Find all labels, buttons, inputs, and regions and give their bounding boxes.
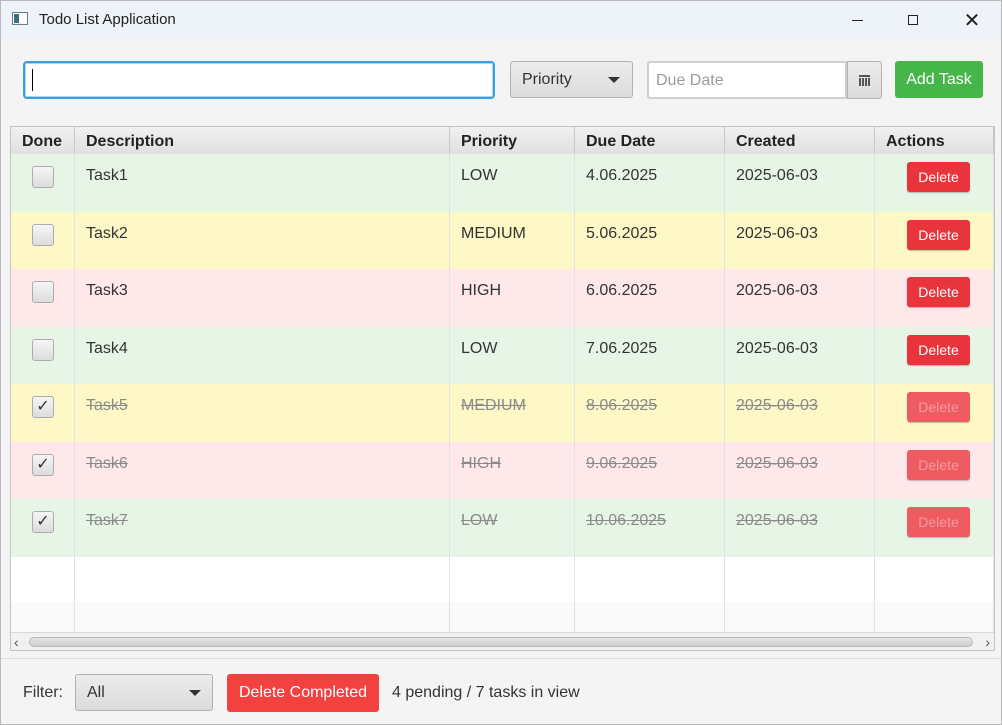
table-row[interactable]: Task1 LOW 4.06.2025 2025-06-03 Delete [11, 154, 994, 212]
scroll-right-icon[interactable]: › [985, 635, 990, 649]
task-created-date: 2025-06-03 [725, 384, 875, 442]
delete-task-button[interactable]: Delete [907, 162, 970, 192]
done-checkbox[interactable] [32, 281, 54, 303]
calendar-icon [859, 74, 870, 86]
task-priority: HIGH [450, 269, 575, 327]
task-priority: MEDIUM [450, 384, 575, 442]
column-header-priority[interactable]: Priority [450, 127, 575, 154]
table-row[interactable]: Task4 LOW 7.06.2025 2025-06-03 Delete [11, 326, 994, 384]
close-icon: ✕ [963, 9, 981, 32]
text-caret [32, 69, 33, 91]
task-priority: LOW [450, 154, 575, 212]
task-due-date: 6.06.2025 [575, 269, 725, 327]
task-created-date: 2025-06-03 [725, 211, 875, 269]
due-date-input[interactable]: Due Date [647, 61, 847, 99]
close-button[interactable]: ✕ [949, 1, 995, 39]
done-checkbox[interactable]: ✓ [32, 511, 54, 533]
minimize-icon [851, 19, 863, 21]
delete-task-button[interactable]: Delete [907, 449, 970, 480]
priority-select[interactable]: Priority [510, 61, 633, 98]
table-row[interactable]: ✓ Task7 LOW 10.06.2025 2025-06-03 Delete [11, 499, 994, 557]
delete-completed-button[interactable]: Delete Completed [227, 674, 379, 712]
horizontal-scrollbar[interactable]: ‹ › [11, 632, 994, 650]
priority-select-label: Priority [522, 70, 572, 88]
scroll-left-icon[interactable]: ‹ [14, 635, 19, 649]
done-checkbox[interactable] [32, 338, 54, 361]
task-description: Task1 [75, 154, 450, 212]
task-due-date: 4.06.2025 [575, 154, 725, 212]
delete-task-button[interactable]: Delete [907, 219, 970, 250]
app-window: Todo List Application ✕ Priority Due Dat… [0, 0, 1002, 725]
done-checkbox[interactable]: ✓ [32, 396, 54, 418]
task-description: Task7 [75, 499, 450, 557]
minimize-button[interactable] [834, 1, 880, 39]
table-body: Task1 LOW 4.06.2025 2025-06-03 Delete Ta… [11, 154, 994, 647]
task-table: Done Description Priority Due Date Creat… [10, 126, 995, 651]
column-header-actions[interactable]: Actions [875, 127, 994, 154]
task-due-date: 7.06.2025 [575, 326, 725, 384]
chevron-down-icon [608, 77, 620, 83]
task-due-date: 5.06.2025 [575, 211, 725, 269]
column-header-description[interactable]: Description [75, 127, 450, 154]
table-header: Done Description Priority Due Date Creat… [11, 127, 994, 155]
task-created-date: 2025-06-03 [725, 499, 875, 557]
scrollbar-thumb[interactable] [29, 637, 973, 647]
table-row[interactable]: Task2 MEDIUM 5.06.2025 2025-06-03 Delete [11, 211, 994, 269]
window-title: Todo List Application [39, 11, 176, 28]
task-created-date: 2025-06-03 [725, 326, 875, 384]
filter-label: Filter: [23, 684, 63, 701]
task-description: Task3 [75, 269, 450, 327]
task-created-date: 2025-06-03 [725, 269, 875, 327]
table-row[interactable]: ✓ Task5 MEDIUM 8.06.2025 2025-06-03 Dele… [11, 384, 994, 442]
task-priority: HIGH [450, 441, 575, 499]
task-description: Task6 [75, 441, 450, 499]
delete-task-button[interactable]: Delete [907, 507, 970, 537]
task-due-date: 8.06.2025 [575, 384, 725, 442]
task-priority: LOW [450, 326, 575, 384]
column-header-created[interactable]: Created [725, 127, 875, 154]
maximize-button[interactable] [890, 1, 936, 39]
task-created-date: 2025-06-03 [725, 441, 875, 499]
empty-row [11, 556, 994, 602]
task-entry-toolbar: Priority Due Date Add Task [1, 39, 1001, 121]
task-description: Task5 [75, 384, 450, 442]
date-picker-button[interactable] [847, 61, 882, 99]
done-checkbox[interactable] [32, 223, 54, 246]
description-input[interactable] [23, 61, 495, 99]
filter-select[interactable]: All [75, 674, 213, 711]
column-header-done[interactable]: Done [11, 127, 75, 154]
done-checkbox[interactable]: ✓ [32, 453, 54, 476]
task-description: Task4 [75, 326, 450, 384]
footer-bar: Filter: All Delete Completed 4 pending /… [1, 658, 1001, 724]
filter-select-value: All [87, 684, 105, 701]
task-due-date: 10.06.2025 [575, 499, 725, 557]
done-checkbox[interactable] [32, 166, 54, 188]
chevron-down-icon [189, 690, 201, 696]
app-window-icon [12, 12, 28, 25]
maximize-icon [908, 15, 918, 25]
task-priority: LOW [450, 499, 575, 557]
task-due-date: 9.06.2025 [575, 441, 725, 499]
table-row[interactable]: ✓ Task6 HIGH 9.06.2025 2025-06-03 Delete [11, 441, 994, 499]
title-bar: Todo List Application ✕ [1, 1, 1001, 39]
task-priority: MEDIUM [450, 211, 575, 269]
delete-task-button[interactable]: Delete [907, 392, 970, 422]
delete-task-button[interactable]: Delete [907, 334, 970, 365]
table-row[interactable]: Task3 HIGH 6.06.2025 2025-06-03 Delete [11, 269, 994, 327]
delete-task-button[interactable]: Delete [907, 277, 970, 307]
task-count-status: 4 pending / 7 tasks in view [392, 684, 580, 701]
task-description: Task2 [75, 211, 450, 269]
task-created-date: 2025-06-03 [725, 154, 875, 212]
add-task-button[interactable]: Add Task [895, 61, 983, 98]
column-header-due-date[interactable]: Due Date [575, 127, 725, 154]
